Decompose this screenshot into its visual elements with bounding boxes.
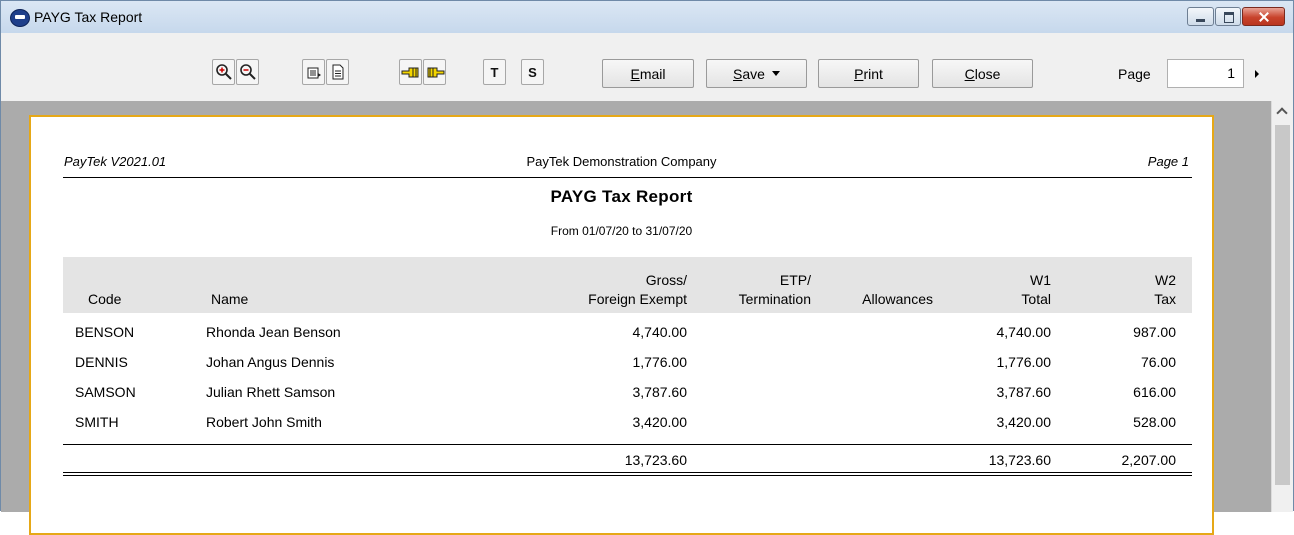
row-1-w1: 4,740.00 [996, 324, 1052, 340]
totals-double-rule-bottom [63, 475, 1192, 476]
point-right-icon[interactable] [423, 59, 446, 85]
close-button[interactable]: Close [932, 59, 1033, 88]
vertical-scrollbar[interactable] [1271, 101, 1293, 512]
minimize-icon[interactable] [1187, 7, 1214, 26]
next-page-icon[interactable] [1255, 70, 1259, 78]
row-1-code: BENSON [75, 324, 135, 340]
close-icon[interactable] [1242, 7, 1285, 26]
row-4-w1: 3,420.00 [996, 414, 1052, 430]
page-view-icon[interactable] [302, 59, 325, 85]
total-w1: 13,723.60 [988, 452, 1051, 468]
col-header-allowances: Allowances [862, 291, 933, 307]
row-4-w2: 528.00 [1133, 414, 1176, 430]
col-header-code: Code [88, 291, 122, 307]
total-w2: 2,207.00 [1121, 452, 1177, 468]
title-bar: PAYG Tax Report [1, 1, 1293, 33]
col-header-etp-line1: ETP/ [779, 272, 811, 288]
save-label: Save [733, 65, 765, 82]
report-window: PAYG Tax Report T S Email Save Print Clo… [0, 0, 1294, 535]
row-4-name: Robert John Smith [206, 414, 322, 430]
paytek-icon [10, 9, 30, 27]
window-title: PAYG Tax Report [34, 9, 143, 25]
col-header-w1-line2: Total [1021, 291, 1051, 307]
header-divider [63, 177, 1192, 178]
zoom-in-icon[interactable] [212, 59, 235, 85]
col-header-gross-line2: Foreign Exempt [588, 291, 687, 307]
row-2-code: DENNIS [75, 354, 128, 370]
row-2-gross: 1,776.00 [632, 354, 688, 370]
save-button[interactable]: Save [706, 59, 807, 88]
row-2-w1: 1,776.00 [996, 354, 1052, 370]
page-number-input[interactable]: 1 [1167, 59, 1244, 88]
col-header-w2-line2: Tax [1154, 291, 1176, 307]
col-header-w1-line1: W1 [1030, 272, 1051, 288]
point-left-icon[interactable] [399, 59, 422, 85]
col-header-name: Name [211, 291, 249, 307]
row-4-gross: 3,420.00 [632, 414, 688, 430]
report-page: PayTek V2021.01 PayTek Demonstration Com… [29, 115, 1214, 535]
col-header-gross-line1: Gross/ [645, 272, 687, 288]
col-header-etp-line2: Termination [738, 291, 811, 307]
row-3-code: SAMSON [75, 384, 136, 400]
scroll-thumb[interactable] [1275, 125, 1290, 485]
totals-double-rule-top [63, 472, 1192, 473]
print-label: Print [854, 65, 883, 82]
total-gross: 13,723.60 [624, 452, 687, 468]
row-3-w2: 616.00 [1133, 384, 1176, 400]
row-4-code: SMITH [75, 414, 119, 430]
maximize-icon[interactable] [1215, 7, 1241, 26]
row-3-w1: 3,787.60 [996, 384, 1052, 400]
report-canvas: PayTek V2021.01 PayTek Demonstration Com… [1, 101, 1271, 535]
row-1-name: Rhonda Jean Benson [206, 324, 341, 340]
chevron-down-icon [771, 71, 780, 76]
row-3-gross: 3,787.60 [632, 384, 688, 400]
row-2-name: Johan Angus Dennis [206, 354, 335, 370]
email-button[interactable]: Email [602, 59, 694, 88]
row-2-w2: 76.00 [1140, 354, 1176, 370]
page-label: Page [1118, 66, 1151, 82]
email-label: Email [630, 65, 666, 82]
row-1-w2: 987.00 [1133, 324, 1176, 340]
zoom-out-icon[interactable] [236, 59, 259, 85]
close-label: Close [964, 65, 1001, 82]
report-title: PAYG Tax Report [550, 187, 693, 206]
row-3-name: Julian Rhett Samson [206, 384, 336, 400]
totals-divider [63, 444, 1192, 445]
s-button[interactable]: S [521, 59, 544, 85]
scroll-up-icon[interactable] [1276, 107, 1288, 119]
report-page-number: Page 1 [1147, 154, 1189, 169]
row-1-gross: 4,740.00 [632, 324, 688, 340]
document-icon[interactable] [326, 59, 349, 85]
report-date-range: From 01/07/20 to 31/07/20 [550, 224, 693, 238]
col-header-w2-line1: W2 [1155, 272, 1176, 288]
report-company: PayTek Demonstration Company [526, 154, 717, 169]
toolbar: T S Email Save Print Close Page 1 [1, 33, 1293, 102]
t-button[interactable]: T [483, 59, 506, 85]
print-button[interactable]: Print [818, 59, 919, 88]
